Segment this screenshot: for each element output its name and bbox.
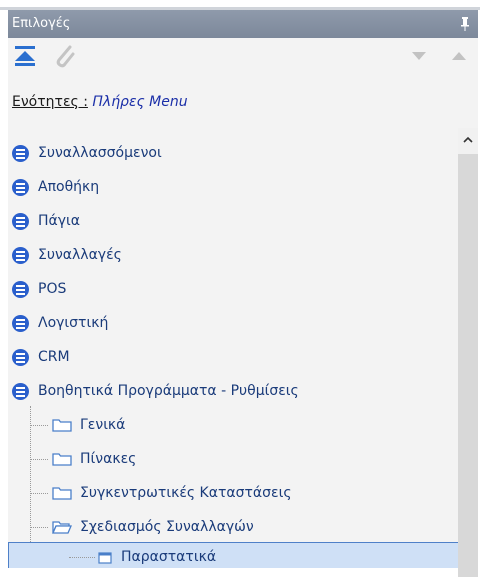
tree-item[interactable]: Αποθήκη xyxy=(8,172,460,202)
move-up-icon[interactable] xyxy=(452,52,466,61)
tree-child-label: Γενικά xyxy=(80,417,126,433)
tree-item[interactable]: Συναλλαγές xyxy=(8,240,460,270)
tree-child-item[interactable]: Σχεδιασμός Συναλλαγών xyxy=(8,512,460,542)
tree-item[interactable]: Συναλλασσόμενοι xyxy=(8,138,460,168)
menu-bullet-icon xyxy=(12,315,29,332)
tree-item[interactable]: Πάγια xyxy=(8,206,460,236)
menu-bullet-icon xyxy=(12,213,29,230)
tree-child-item[interactable]: Πίνακες xyxy=(8,444,460,474)
menu-bullet-icon xyxy=(12,281,29,298)
folder-icon xyxy=(52,487,72,500)
tree-item-label: Λογιστική xyxy=(38,315,109,331)
tree-item-label: Βοηθητικά Προγράμματα - Ρυθμίσεις xyxy=(38,383,299,399)
attach-icon[interactable] xyxy=(54,44,76,68)
tree-item-label: Συναλλαγές xyxy=(38,247,122,263)
tree-item-label: Συναλλασσόμενοι xyxy=(38,145,162,161)
tree-item[interactable]: POS xyxy=(8,274,460,304)
tree-item[interactable]: Λογιστική xyxy=(8,308,460,338)
panel-titlebar: Επιλογές xyxy=(8,10,478,38)
vertical-scrollbar[interactable] xyxy=(458,128,478,577)
options-panel: Επιλογές Ενότητες : Πλήρες Menu Συναλλασ… xyxy=(8,10,478,577)
toolbar xyxy=(8,38,478,78)
tree-child-label: Συγκεντρωτικές Καταστάσεις xyxy=(80,485,292,501)
tree-item-label: Αποθήκη xyxy=(38,179,100,195)
scroll-up-button[interactable] xyxy=(458,128,478,154)
open-folder-icon xyxy=(52,521,72,534)
panel-title: Επιλογές xyxy=(12,16,71,31)
menu-bullet-icon xyxy=(12,247,29,264)
scroll-up-icon xyxy=(463,136,473,143)
tree-child-label: Σχεδιασμός Συναλλαγών xyxy=(80,519,254,535)
tree-item-label: CRM xyxy=(38,349,70,365)
folder-icon xyxy=(52,453,72,466)
tree-connector xyxy=(30,459,48,460)
tree-item[interactable]: Βοηθητικά Προγράμματα - Ρυθμίσεις xyxy=(8,376,460,406)
menu-tree: Συναλλασσόμενοι Αποθήκη Πάγια Συναλλαγές… xyxy=(8,128,460,568)
tree-item-label: POS xyxy=(38,281,67,297)
document-icon xyxy=(98,552,112,564)
move-down-icon[interactable] xyxy=(412,52,426,61)
menu-bullet-icon xyxy=(12,383,29,400)
collapse-all-icon[interactable] xyxy=(14,46,36,66)
section-value[interactable]: Πλήρες Menu xyxy=(92,94,187,110)
tree-selected-item[interactable]: Παραστατικά xyxy=(8,542,460,568)
tree-item-label: Πάγια xyxy=(38,213,81,229)
tree-connector xyxy=(30,425,48,426)
tree-selected-label: Παραστατικά xyxy=(121,549,217,565)
folder-icon xyxy=(52,419,72,432)
menu-bullet-icon xyxy=(12,349,29,366)
tree-child-label: Πίνακες xyxy=(80,451,137,467)
tree-item[interactable]: CRM xyxy=(8,342,460,372)
section-label: Ενότητες : xyxy=(12,94,88,110)
tree-child-item[interactable]: Γενικά xyxy=(8,410,460,440)
menu-bullet-icon xyxy=(12,179,29,196)
tree-connector xyxy=(30,493,48,494)
section-selector[interactable]: Ενότητες : Πλήρες Menu xyxy=(12,94,188,110)
pin-icon[interactable] xyxy=(460,17,470,31)
menu-bullet-icon xyxy=(12,145,29,162)
tree-child-item[interactable]: Συγκεντρωτικές Καταστάσεις xyxy=(8,478,460,508)
tree-connector xyxy=(69,557,95,558)
tree-connector xyxy=(30,527,48,528)
